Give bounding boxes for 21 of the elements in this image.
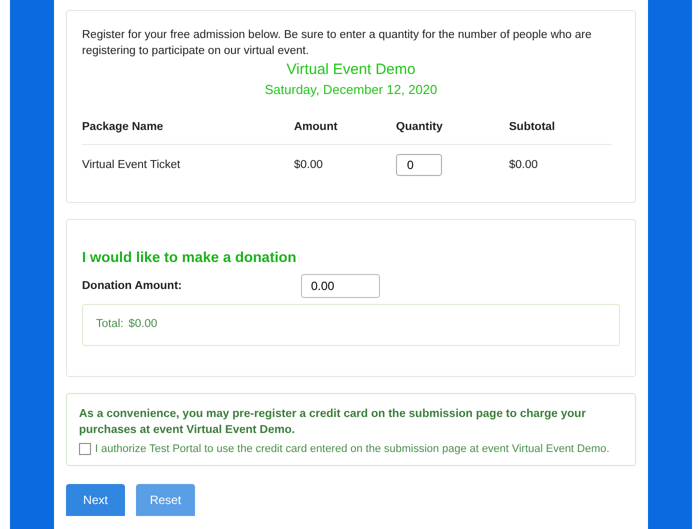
column-header: Quantity (396, 121, 444, 133)
event-date: Saturday, December 12, 2020 (264, 82, 438, 97)
column-header: Subtotal (509, 121, 556, 133)
reset-button[interactable]: Reset (136, 484, 195, 516)
donation-label: Donation Amount: (82, 280, 183, 292)
table-cell-text: $0.00 (509, 159, 539, 171)
table-cell-text: Virtual Event Ticket (82, 159, 182, 171)
checkbox[interactable] (79, 443, 91, 455)
notice-text: As a convenience, you may pre-register a credit card on the submission page to charge your purchases at event Virtual Event Demo. (79, 407, 587, 438)
next-button[interactable]: Next (66, 484, 125, 516)
event-name: Virtual Event Demo (286, 61, 416, 78)
total-label: Total: (96, 318, 124, 332)
table-cell-text: $0.00 (294, 159, 324, 171)
quantity-field[interactable]: 0 (396, 154, 442, 176)
total-value: $0.00 (128, 318, 158, 332)
column-header: Amount (294, 121, 338, 133)
donation-field[interactable]: 0.00 (301, 274, 380, 298)
authorize-label[interactable]: I authorize Test Portal to use the credit card entered on the submission page at event Virtual Event Demo. (95, 443, 610, 455)
donation-heading: I would like to make a donation (82, 250, 298, 266)
column-header: Package Name (82, 121, 164, 133)
intro-text: Register for your free admission below. Be sure to enter a quantity for the number of people who are registering to participate on our virtual event. (82, 28, 592, 59)
